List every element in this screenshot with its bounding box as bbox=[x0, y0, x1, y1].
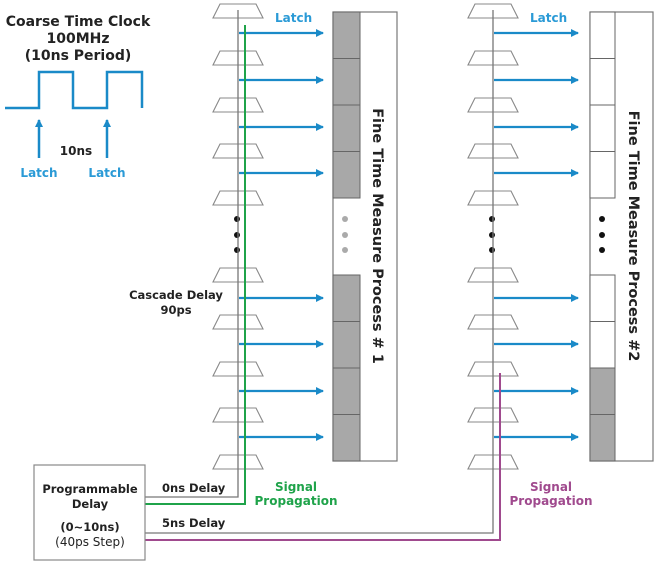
delay-box-line3: (0~10ns) bbox=[60, 520, 119, 534]
cascade-delay-label-1: Cascade Delay bbox=[129, 288, 223, 302]
ellipsis-dot bbox=[342, 232, 348, 238]
register-cell bbox=[332, 104, 361, 152]
process-label-1: Fine Time Measure Process # 1 bbox=[369, 108, 385, 364]
delay-box-line4: (40ps Step) bbox=[55, 535, 125, 549]
tdc-diagram: Coarse Time Clock 100MHz (10ns Period) 1… bbox=[5, 3, 654, 561]
ellipsis-dot bbox=[234, 232, 240, 238]
clock-waveform bbox=[5, 70, 144, 110]
delay-box-line2: Delay bbox=[72, 497, 109, 511]
register-cell bbox=[589, 367, 616, 415]
magenta-signal-label-1: Signal bbox=[530, 480, 572, 494]
register-cell bbox=[332, 11, 361, 59]
zero-delay-label: 0ns Delay bbox=[162, 481, 226, 495]
ellipsis-dot bbox=[489, 216, 495, 222]
clock-latch-label-2: Latch bbox=[88, 166, 125, 180]
magenta-signal-path bbox=[145, 373, 501, 541]
clock-title-3: (10ns Period) bbox=[25, 48, 132, 64]
register-cell bbox=[589, 274, 616, 322]
period-label: 10ns bbox=[60, 144, 92, 158]
process-label-2: Fine Time Measure Process #2 bbox=[625, 111, 641, 362]
register-cell bbox=[332, 414, 361, 462]
delay-box-line1: Programmable bbox=[42, 482, 138, 496]
green-signal-path bbox=[145, 25, 246, 505]
ellipsis-dot bbox=[234, 247, 240, 253]
ellipsis-dot bbox=[599, 216, 605, 222]
register-cell bbox=[332, 321, 361, 369]
register-cell bbox=[332, 367, 361, 415]
register-cell bbox=[589, 11, 616, 59]
chain1-latch-label: Latch bbox=[275, 11, 312, 25]
register-cell bbox=[589, 321, 616, 369]
cascade-delay-label-2: 90ps bbox=[160, 303, 191, 317]
five-ns-delay-wire bbox=[145, 10, 494, 534]
delay-chain-2 bbox=[467, 3, 579, 470]
register-cell bbox=[332, 274, 361, 322]
ellipsis-dot bbox=[342, 247, 348, 253]
delay-chain-1 bbox=[212, 3, 324, 470]
register-cell bbox=[589, 414, 616, 462]
clock-title-2: 100MHz bbox=[46, 31, 109, 47]
ellipsis-dot bbox=[599, 247, 605, 253]
clock-latch-label-1: Latch bbox=[20, 166, 57, 180]
ellipsis-dot bbox=[342, 216, 348, 222]
register-cell bbox=[589, 151, 616, 199]
ellipsis-dot bbox=[234, 216, 240, 222]
five-ns-delay-label: 5ns Delay bbox=[162, 516, 226, 530]
ellipsis-dot bbox=[489, 232, 495, 238]
clock-title-1: Coarse Time Clock bbox=[6, 14, 151, 30]
magenta-signal-label-2: Propagation bbox=[510, 494, 593, 508]
ellipsis-dot bbox=[489, 247, 495, 253]
green-signal-label-1: Signal bbox=[275, 480, 317, 494]
register-cell bbox=[589, 104, 616, 152]
register-cell bbox=[332, 58, 361, 106]
register-cell bbox=[589, 58, 616, 106]
green-signal-label-2: Propagation bbox=[255, 494, 338, 508]
chain2-latch-label: Latch bbox=[530, 11, 567, 25]
zero-delay-wire bbox=[145, 10, 239, 498]
ellipsis-dot bbox=[599, 232, 605, 238]
register-cell bbox=[332, 151, 361, 199]
